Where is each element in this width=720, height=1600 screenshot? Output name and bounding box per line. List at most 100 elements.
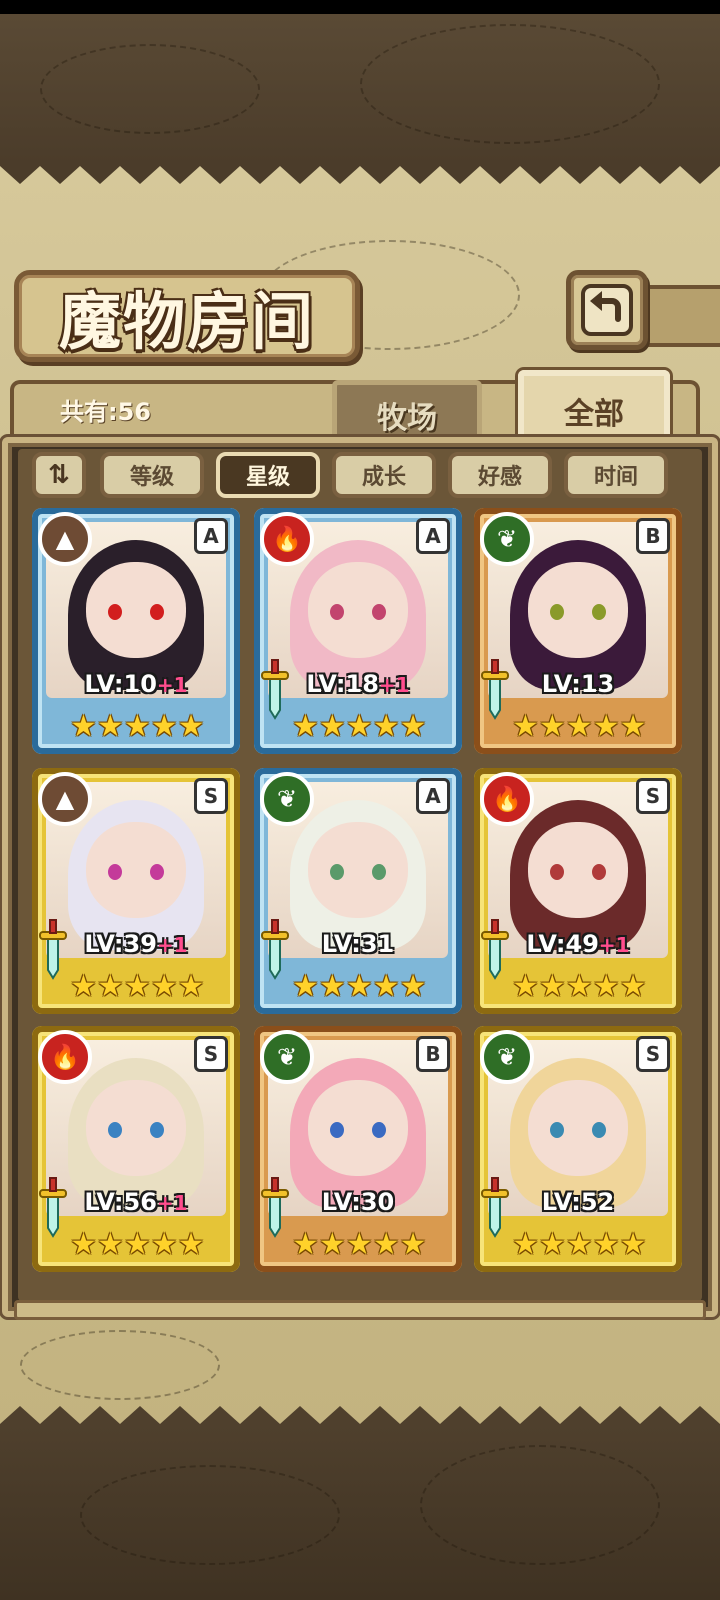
- rank-badge: B: [416, 1036, 450, 1072]
- level-bonus: +1: [378, 673, 410, 697]
- level-text: LV:30: [321, 1188, 395, 1216]
- star-rating: ★ ★ ★ ★ ★: [512, 1224, 647, 1264]
- earth-element-icon: ▲: [38, 772, 92, 826]
- star-rating: ★ ★ ★ ★ ★: [292, 706, 427, 746]
- star-icon: ★: [345, 1226, 373, 1262]
- rank-badge: S: [636, 778, 670, 814]
- star-icon: ★: [565, 968, 593, 1004]
- nature-element-icon: ❦: [480, 512, 534, 566]
- monster-level: LV:52: [474, 1188, 682, 1216]
- back-button[interactable]: [566, 270, 648, 350]
- monster-card[interactable]: B ❦ LV:13 ★ ★ ★ ★ ★: [474, 508, 682, 754]
- monster-card[interactable]: S 🔥 LV:56+1 ★ ★ ★ ★ ★: [32, 1026, 240, 1272]
- map-background-bottom: [0, 1425, 720, 1600]
- status-bar: [0, 0, 720, 14]
- star-icon: ★: [177, 1226, 205, 1262]
- monster-card[interactable]: A ▲ LV:10+1 ★ ★ ★ ★ ★: [32, 508, 240, 754]
- star-icon: ★: [96, 1226, 124, 1262]
- earth-element-icon: ▲: [38, 512, 92, 566]
- star-icon: ★: [123, 708, 151, 744]
- tab-ranch[interactable]: 牧场: [332, 380, 482, 444]
- level-text: LV:39: [84, 930, 157, 958]
- star-icon: ★: [96, 708, 124, 744]
- level-text: LV:10: [84, 670, 157, 698]
- map-background-top: [0, 14, 720, 164]
- star-icon: ★: [372, 1226, 400, 1262]
- level-text: LV:56: [84, 1188, 157, 1216]
- nature-element-icon: ❦: [260, 772, 314, 826]
- sort-by-growth-button[interactable]: 成长: [332, 452, 436, 498]
- monster-card[interactable]: B ❦ LV:30 ★ ★ ★ ★ ★: [254, 1026, 462, 1272]
- rank-badge: A: [416, 778, 450, 814]
- monster-level: LV:56+1: [32, 1188, 240, 1216]
- nature-element-icon: ❦: [260, 1030, 314, 1084]
- star-icon: ★: [96, 968, 124, 1004]
- monster-level: LV:18+1: [254, 670, 462, 698]
- star-icon: ★: [512, 1226, 539, 1262]
- rank-badge: S: [194, 778, 228, 814]
- monster-level: LV:10+1: [32, 670, 240, 698]
- star-icon: ★: [123, 968, 151, 1004]
- star-icon: ★: [512, 708, 539, 744]
- star-icon: ★: [123, 1226, 151, 1262]
- star-icon: ★: [292, 708, 319, 744]
- star-icon: ★: [70, 1226, 97, 1262]
- star-icon: ★: [538, 968, 566, 1004]
- star-icon: ★: [345, 708, 373, 744]
- monster-level: LV:30: [254, 1188, 462, 1216]
- rank-badge: B: [636, 518, 670, 554]
- star-icon: ★: [619, 1226, 647, 1262]
- star-icon: ★: [372, 968, 400, 1004]
- monster-level: LV:31: [254, 930, 462, 958]
- level-text: LV:52: [541, 1188, 615, 1216]
- level-text: LV:31: [321, 930, 395, 958]
- star-icon: ★: [399, 968, 427, 1004]
- sort-by-level-button[interactable]: 等级: [100, 452, 204, 498]
- star-icon: ★: [399, 708, 427, 744]
- return-arrow-icon: [581, 284, 633, 336]
- rank-badge: A: [194, 518, 228, 554]
- sort-order-icon: ⇅: [48, 460, 70, 490]
- star-icon: ★: [619, 708, 647, 744]
- rank-badge: A: [416, 518, 450, 554]
- monster-level: LV:39+1: [32, 930, 240, 958]
- star-icon: ★: [70, 968, 97, 1004]
- monster-card[interactable]: A ❦ LV:31 ★ ★ ★ ★ ★: [254, 768, 462, 1014]
- sort-by-affection-button[interactable]: 好感: [448, 452, 552, 498]
- monster-level: LV:13: [474, 670, 682, 698]
- star-icon: ★: [512, 968, 539, 1004]
- level-bonus: +1: [156, 673, 188, 697]
- star-icon: ★: [619, 968, 647, 1004]
- frame-bottom-edge: [14, 1300, 706, 1320]
- star-icon: ★: [318, 1226, 346, 1262]
- fire-element-icon: 🔥: [38, 1030, 92, 1084]
- star-icon: ★: [318, 708, 346, 744]
- star-icon: ★: [345, 968, 373, 1004]
- star-rating: ★ ★ ★ ★ ★: [512, 966, 647, 1006]
- level-bonus: +1: [598, 933, 630, 957]
- level-bonus: +1: [156, 933, 188, 957]
- nature-element-icon: ❦: [480, 1030, 534, 1084]
- sort-order-toggle[interactable]: ⇅: [32, 452, 86, 498]
- monster-level: LV:49+1: [474, 930, 682, 958]
- star-icon: ★: [292, 968, 319, 1004]
- sort-by-star-button[interactable]: 星级: [216, 452, 320, 498]
- monster-card[interactable]: S ❦ LV:52 ★ ★ ★ ★ ★: [474, 1026, 682, 1272]
- star-rating: ★ ★ ★ ★ ★: [70, 706, 205, 746]
- page-title: 魔物房间: [58, 285, 315, 358]
- monster-card[interactable]: A 🔥 LV:18+1 ★ ★ ★ ★ ★: [254, 508, 462, 754]
- monster-card[interactable]: S ▲ LV:39+1 ★ ★ ★ ★ ★: [32, 768, 240, 1014]
- star-icon: ★: [150, 1226, 178, 1262]
- star-rating: ★ ★ ★ ★ ★: [512, 706, 647, 746]
- sort-by-time-button[interactable]: 时间: [564, 452, 668, 498]
- star-icon: ★: [399, 1226, 427, 1262]
- rank-badge: S: [194, 1036, 228, 1072]
- level-text: LV:49: [526, 930, 599, 958]
- monster-card[interactable]: S 🔥 LV:49+1 ★ ★ ★ ★ ★: [474, 768, 682, 1014]
- star-rating: ★ ★ ★ ★ ★: [292, 1224, 427, 1264]
- tab-all[interactable]: 全部: [518, 370, 670, 446]
- star-icon: ★: [150, 708, 178, 744]
- rank-badge: S: [636, 1036, 670, 1072]
- fire-element-icon: 🔥: [480, 772, 534, 826]
- level-bonus: +1: [156, 1191, 188, 1215]
